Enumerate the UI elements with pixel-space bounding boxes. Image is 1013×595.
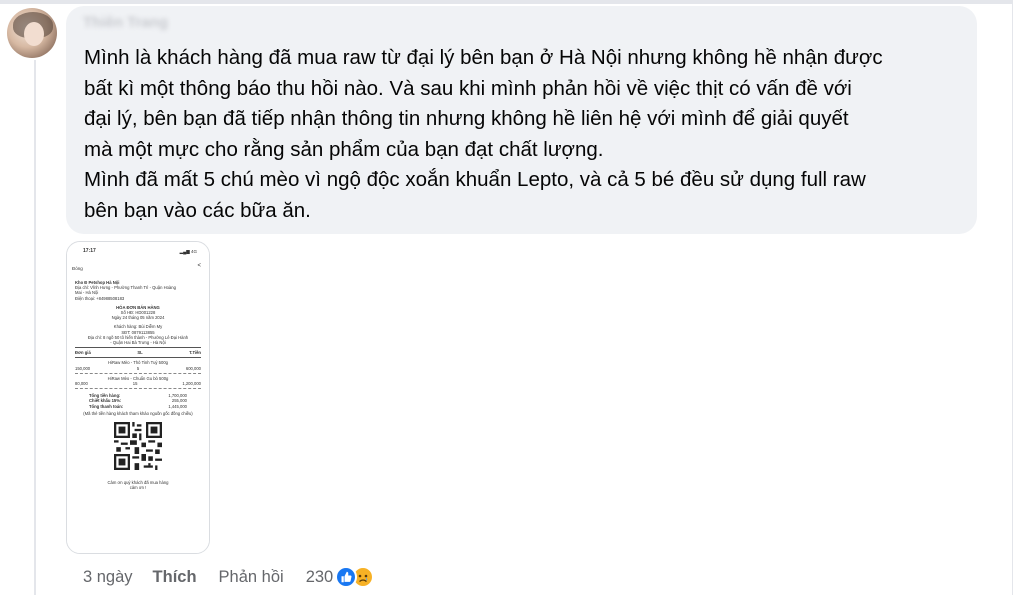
comment-actions: 3 ngày Thích Phản hồi 230 — [83, 566, 375, 588]
comment-line: bên bạn vào các bữa ăn. — [84, 198, 311, 222]
receipt-body: Kho Đ Petshop Hà Nội Địa chỉ: Vĩnh Hưng … — [75, 280, 201, 490]
shop-phone: Điện thoại: +84988508183 — [75, 295, 125, 301]
qr-note: (Mã thẻ tiền hàng khách tham khảo nguồn … — [83, 410, 193, 416]
reaction-count: 230 — [305, 567, 334, 586]
status-bar: 17:17 ▂▄▆ 4G — [75, 248, 201, 256]
like-button[interactable]: Thích — [153, 568, 197, 587]
comment-line: đại lý, bên bạn đã tiếp nhận thông tin n… — [84, 107, 849, 130]
comment-line: bất kì một thông báo thu hồi nào. Và sau… — [84, 76, 852, 100]
reaction-summary[interactable]: 230 — [306, 566, 375, 588]
receipt-footer: cảm ơn ! — [129, 485, 147, 491]
reply-button[interactable]: Phản hồi — [219, 568, 284, 587]
comment-author[interactable]: Thiên Trang — [83, 14, 173, 36]
comment-line: Mình đã mất 5 chú mèo vì ngộ độc xoắn kh… — [84, 168, 866, 191]
comment-bubble: Thiên Trang Mình là khách hàng đã mua ra… — [66, 6, 977, 234]
receipt-totals: Tổng tiền hàng: 1,700,000 Chiết khấu 15%:… — [75, 393, 201, 409]
receipt-screenshot: 17:17 ▂▄▆ 4G Đóng < Kho Đ Petshop Hà Nội… — [67, 242, 209, 553]
comment-timestamp[interactable]: 3 ngày — [83, 568, 133, 587]
comment-line: mà một mực cho rằng sản phẩm của bạn đạt… — [84, 137, 604, 161]
qr-code-icon — [114, 422, 162, 471]
table-header: Đơn giá SL T.Tiền — [75, 350, 201, 356]
comment-line: Mình là khách hàng đã mua raw từ đại lý … — [84, 46, 883, 69]
avatar[interactable] — [7, 8, 57, 58]
receipt-image-attachment[interactable]: 17:17 ▂▄▆ 4G Đóng < Kho Đ Petshop Hà Nội… — [66, 241, 210, 554]
thread-line — [34, 60, 36, 595]
table-row: 80,000 15 1,200,000 — [75, 381, 201, 387]
close-link: Đóng — [72, 266, 83, 271]
comment-text: Mình là khách hàng đã mua raw từ đại lý … — [84, 43, 964, 226]
status-time: 17:17 — [83, 248, 96, 254]
share-icon: < — [197, 263, 201, 269]
grand-total-row: Tổng thanh toán: 1,445,000 — [89, 403, 187, 409]
table-row: 150,000 5 600,000 — [75, 365, 201, 371]
top-divider — [0, 0, 1013, 4]
signal-icon: ▂▄▆ 4G — [179, 249, 197, 254]
customer-address: - Quận Hai Bà Trưng - Hà Nội — [110, 340, 166, 346]
